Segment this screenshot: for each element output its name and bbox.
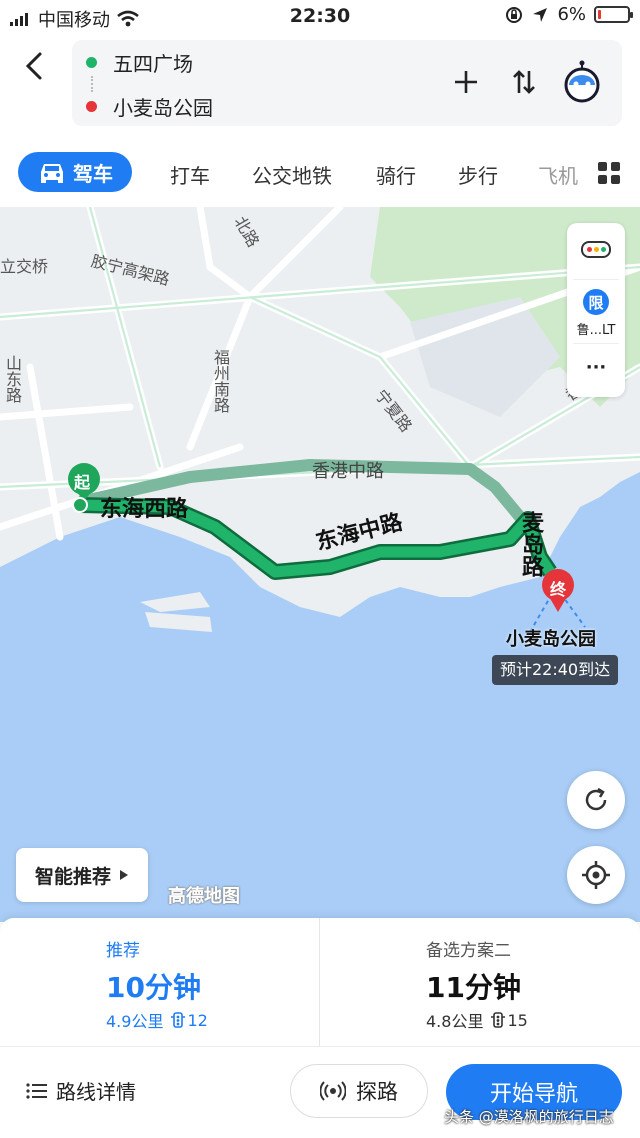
road-label: 福州南路 [211, 349, 230, 413]
destination-dot-icon [86, 101, 97, 112]
option-duration: 10分钟 [106, 971, 201, 1004]
add-waypoint-button[interactable] [446, 62, 486, 102]
battery-icon [594, 6, 633, 23]
route-road-label: 麦岛路 [518, 511, 543, 577]
crosshair-icon [582, 861, 610, 889]
option-label: 备选方案二 [426, 941, 511, 961]
route-details-label: 路线详情 [56, 1080, 136, 1104]
eta-badge: 预计22:40到达 [492, 655, 619, 685]
road-label: 香港中路 [312, 461, 384, 482]
option-label: 推荐 [106, 941, 140, 961]
road-label: 立交桥 [0, 257, 49, 276]
location-arrow-icon [533, 7, 548, 22]
more-options-button[interactable]: ··· [567, 357, 625, 378]
panel-divider [0, 1046, 640, 1047]
tab-drive[interactable]: 驾车 [18, 152, 132, 192]
car-icon [41, 164, 63, 183]
plate-restriction-label[interactable]: 鲁...LT [567, 319, 625, 338]
status-bar: 中国移动 22:30 6% [0, 0, 640, 34]
tab-walk[interactable]: 步行 [458, 160, 498, 189]
tab-drive-label: 驾车 [73, 161, 113, 186]
traffic-light-icon [171, 1012, 186, 1028]
start-marker-label: 起 [74, 473, 91, 492]
origin-row[interactable]: 五四广场 [86, 48, 193, 77]
battery-percent: 6% [557, 4, 586, 25]
tab-transit[interactable]: 公交地铁 [252, 160, 332, 189]
destination-label: 小麦岛公园 [113, 96, 213, 120]
map-view[interactable]: 立交桥 胶宁高架路 北路 福州南路 山东路 宁夏路 香港中路 香港 东海西路 东… [0, 207, 640, 922]
explore-route-button[interactable]: 探路 [290, 1064, 428, 1118]
plus-icon [455, 71, 477, 93]
traffic-light-icon [491, 1012, 506, 1028]
option-distance: 4.9公里 [106, 1012, 164, 1031]
road-label: 山东路 [3, 355, 22, 403]
refresh-icon [585, 787, 607, 811]
chevron-left-icon [25, 52, 42, 80]
broadcast-icon [320, 1081, 346, 1101]
refresh-route-button[interactable] [567, 771, 625, 829]
route-option-recommended[interactable]: 推荐 10分钟 4.9公里 12 [0, 918, 320, 1046]
assistant-button[interactable] [558, 58, 606, 106]
tab-taxi[interactable]: 打车 [170, 160, 210, 189]
route-option-alt[interactable]: 备选方案二 11分钟 4.8公里 15 [320, 918, 640, 1046]
smart-recommend-button[interactable]: 智能推荐 [16, 848, 148, 902]
destination-map-label: 小麦岛公园 [506, 629, 596, 650]
map-provider-logo: 高德地图 [168, 886, 240, 907]
watermark: 头条 @漠洛枫的旅行日志 [444, 1108, 614, 1126]
route-road-label: 东海西路 [100, 497, 189, 522]
origin-dot-icon [86, 57, 97, 68]
traffic-toggle-icon[interactable] [581, 241, 611, 258]
tab-flight[interactable]: 飞机 [538, 160, 578, 189]
robot-assistant-icon [564, 60, 600, 103]
smart-recommend-label: 智能推荐 [34, 865, 111, 888]
route-options-panel: 推荐 10分钟 4.9公里 12 备选方案二 11分钟 4.8公里 15 路线详… [0, 918, 640, 1138]
explore-label: 探路 [356, 1080, 398, 1104]
rotation-lock-icon [506, 6, 523, 23]
route-input-card: 五四广场 小麦岛公园 [72, 40, 622, 126]
destination-row[interactable]: 小麦岛公园 [86, 92, 213, 121]
option-meta: 4.8公里 15 [426, 1008, 528, 1032]
plate-restriction-badge[interactable]: 限 [583, 289, 609, 315]
swap-route-button[interactable] [504, 62, 544, 102]
option-distance: 4.8公里 [426, 1012, 484, 1031]
list-icon [26, 1082, 47, 1099]
tab-bike[interactable]: 骑行 [376, 160, 416, 189]
option-meta: 4.9公里 12 [106, 1008, 208, 1032]
locate-me-button[interactable] [567, 846, 625, 904]
back-button[interactable] [18, 48, 54, 84]
triangle-right-icon [120, 870, 128, 880]
status-right: 6% [505, 4, 633, 25]
transport-tabs: 驾车 打车 公交地铁 骑行 步行 飞机 [0, 148, 640, 198]
end-marker-label: 终 [550, 580, 567, 599]
more-modes-grid-icon[interactable] [598, 162, 620, 184]
option-duration: 11分钟 [426, 971, 521, 1004]
swap-icon [513, 70, 535, 94]
origin-label: 五四广场 [113, 52, 193, 76]
map-side-controls: 限 鲁...LT ··· [567, 223, 625, 397]
route-details-button[interactable]: 路线详情 [26, 1076, 136, 1105]
option-lights: 15 [507, 1010, 528, 1030]
route-connector [91, 76, 93, 92]
option-lights: 12 [187, 1010, 208, 1030]
